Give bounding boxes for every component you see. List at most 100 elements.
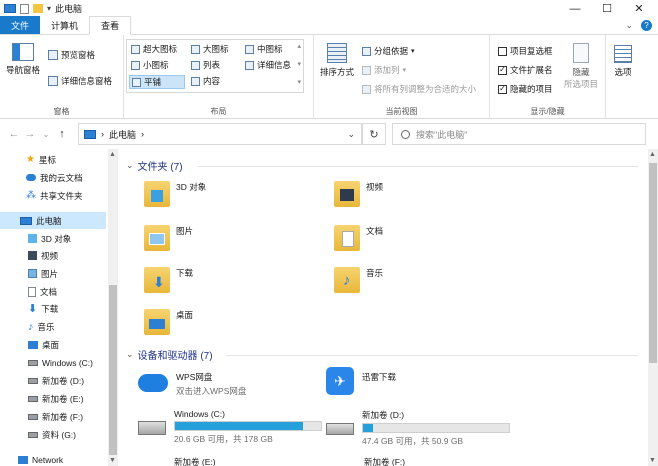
- recent-dropdown-icon[interactable]: ⌄: [38, 130, 54, 139]
- sidebar-item-downloads[interactable]: ⬇ 下载: [0, 300, 106, 317]
- search-input[interactable]: 搜索"此电脑": [392, 123, 646, 145]
- sidebar-item-this-pc[interactable]: 此电脑: [0, 212, 106, 229]
- folder-music[interactable]: ♪ 音乐: [334, 267, 383, 293]
- tab-file[interactable]: 文件: [0, 16, 41, 34]
- content-scrollbar[interactable]: ▲ ▼: [648, 149, 658, 466]
- sidebar-item-cloud-docs[interactable]: 我的云文档: [0, 169, 106, 186]
- refresh-button[interactable]: ↻: [362, 123, 386, 145]
- folder-documents[interactable]: 文档: [334, 225, 383, 251]
- collapse-ribbon-icon[interactable]: ⌄: [625, 20, 633, 31]
- scroll-down-icon[interactable]: ▼: [109, 457, 116, 464]
- quick-access-dropdown-icon[interactable]: ▾: [47, 4, 51, 13]
- search-icon: [401, 129, 410, 139]
- scroll-up-icon[interactable]: ▲: [649, 151, 656, 158]
- devices-section-header[interactable]: ⌄ 设备和驱动器 (7): [126, 347, 213, 362]
- hidden-items-toggle[interactable]: ✓ 隐藏的项目: [498, 83, 553, 95]
- layout-expand-icon[interactable]: ▾: [297, 78, 301, 86]
- layout-content[interactable]: 内容: [191, 75, 220, 87]
- forward-arrow-icon[interactable]: →: [22, 128, 38, 140]
- breadcrumb-this-pc[interactable]: 此电脑: [109, 128, 136, 141]
- drive-f[interactable]: 新加卷 (F:): [364, 456, 405, 466]
- group-label-layout: 布局: [210, 107, 227, 116]
- drive-icon: [28, 431, 38, 438]
- group-label-show-hide: 显示/隐藏: [530, 107, 565, 116]
- sidebar-item-shared-folder[interactable]: ⁂ 共享文件夹: [0, 187, 106, 204]
- folder-3d-objects[interactable]: 3D 对象: [144, 181, 206, 207]
- item-checkbox-toggle[interactable]: 项目复选框: [498, 45, 553, 57]
- new-folder-icon[interactable]: [33, 4, 43, 13]
- sort-by-button[interactable]: 排序方式: [320, 43, 354, 78]
- fit-columns-icon: [362, 84, 371, 94]
- sidebar-item-drive-c[interactable]: Windows (C:): [0, 354, 106, 371]
- folder-pictures[interactable]: 图片: [144, 225, 193, 251]
- properties-icon[interactable]: [20, 3, 29, 14]
- address-dropdown-icon[interactable]: ⌄: [347, 129, 355, 140]
- layout-scroll-up-icon[interactable]: ▴: [297, 42, 301, 50]
- file-ext-checkbox[interactable]: ✓: [498, 65, 507, 75]
- nav-pane-button[interactable]: 导航窗格: [6, 43, 40, 76]
- preview-pane-button[interactable]: 预览窗格: [48, 49, 95, 61]
- desktop-folder-icon: [144, 309, 170, 335]
- options-button[interactable]: 选项: [614, 45, 632, 78]
- sidebar-scroll-thumb[interactable]: [109, 285, 117, 455]
- layout-medium-icons[interactable]: 中图标: [245, 43, 283, 55]
- sidebar-item-3d-objects[interactable]: 3D 对象: [0, 230, 106, 247]
- sidebar-item-music[interactable]: ♪ 音乐: [0, 318, 106, 335]
- sidebar-item-drive-g[interactable]: 资料 (G:): [0, 426, 106, 443]
- layout-list[interactable]: 列表: [191, 59, 220, 71]
- sidebar-item-pictures[interactable]: 图片: [0, 265, 106, 282]
- group-by-button[interactable]: 分组依据 ▾: [362, 45, 415, 57]
- layout-details[interactable]: 详细信息: [245, 59, 291, 71]
- back-arrow-icon[interactable]: ←: [6, 128, 22, 140]
- sidebar-item-documents[interactable]: 文档: [0, 283, 106, 300]
- tab-computer[interactable]: 计算机: [40, 16, 89, 34]
- sidebar-item-videos[interactable]: 视频: [0, 247, 106, 264]
- extra-large-icons-icon: [131, 44, 140, 54]
- maximize-button[interactable]: ☐: [592, 0, 622, 17]
- layout-scroll-down-icon[interactable]: ▾: [297, 60, 301, 68]
- fit-columns-button[interactable]: 将所有列调整为合适的大小: [362, 83, 476, 95]
- window-title: 此电脑: [55, 4, 83, 14]
- sidebar-item-desktop[interactable]: 桌面: [0, 336, 106, 353]
- content-icon: [191, 76, 200, 86]
- folder-videos[interactable]: 视频: [334, 181, 383, 207]
- folder-desktop[interactable]: 桌面: [144, 309, 193, 335]
- sidebar-scrollbar[interactable]: ▲ ▼: [108, 149, 117, 466]
- layout-extra-large-icons[interactable]: 超大图标: [131, 43, 177, 55]
- app-xunlei-download[interactable]: ✈ 迅雷下载: [326, 367, 396, 395]
- layout-small-icons[interactable]: 小图标: [131, 59, 169, 71]
- sidebar-item-network[interactable]: Network: [0, 451, 106, 466]
- minimize-button[interactable]: —: [560, 0, 590, 17]
- pictures-icon: [28, 269, 37, 278]
- folder-downloads[interactable]: ⬇ 下载: [144, 267, 193, 293]
- layout-large-icons[interactable]: 大图标: [191, 43, 229, 55]
- file-ext-toggle[interactable]: ✓ 文件扩展名: [498, 64, 553, 76]
- hide-selected-button[interactable]: 隐藏 所选项目: [564, 43, 598, 90]
- app-wps-cloud[interactable]: WPS网盘 双击进入WPS网盘: [138, 371, 246, 397]
- up-arrow-icon[interactable]: ↑: [54, 128, 70, 140]
- scroll-down-icon[interactable]: ▼: [649, 457, 656, 464]
- help-icon[interactable]: ?: [641, 20, 652, 31]
- ribbon: 导航窗格 预览窗格 详细信息窗格 窗格 布局 超大图标 大图标 中图标 小图标 …: [0, 35, 658, 119]
- sidebar-item-drive-d[interactable]: 新加卷 (D:): [0, 372, 106, 389]
- address-field[interactable]: › 此电脑 › ⌄: [78, 123, 362, 145]
- close-button[interactable]: ✕: [624, 0, 654, 17]
- item-checkbox-box[interactable]: [498, 46, 507, 56]
- folders-section-header[interactable]: ⌄ 文件夹 (7): [126, 158, 183, 173]
- drive-e[interactable]: 新加卷 (E:): [174, 456, 216, 466]
- content-scroll-thumb[interactable]: [649, 163, 657, 363]
- hidden-items-checkbox[interactable]: ✓: [498, 84, 507, 94]
- content-pane: ⌄ 文件夹 (7) 3D 对象 视频 图片 文档 ⬇ 下载 ♪ 音乐 桌面 ⌄ …: [120, 149, 658, 466]
- tab-view[interactable]: 查看: [89, 16, 132, 35]
- sidebar-item-drive-e[interactable]: 新加卷 (E:): [0, 390, 106, 407]
- sidebar-item-drive-f[interactable]: 新加卷 (F:): [0, 408, 106, 425]
- layout-tiles[interactable]: 平铺: [129, 75, 185, 89]
- scroll-up-icon[interactable]: ▲: [109, 151, 116, 158]
- add-column-button[interactable]: 添加列 ▾: [362, 64, 406, 76]
- drive-d[interactable]: 新加卷 (D:) 47.4 GB 可用，共 50.9 GB: [326, 409, 510, 447]
- sidebar-item-star[interactable]: ★ 星标: [0, 151, 106, 168]
- drive-c[interactable]: Windows (C:) 20.6 GB 可用，共 178 GB: [138, 409, 322, 445]
- details-pane-button[interactable]: 详细信息窗格: [48, 75, 112, 87]
- group-label-current-view: 当前视图: [385, 107, 418, 116]
- section-divider: [198, 166, 638, 167]
